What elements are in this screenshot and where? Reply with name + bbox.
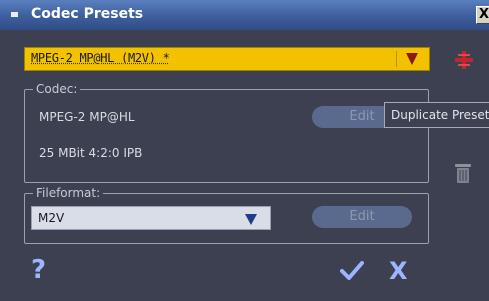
- fileformat-dropdown[interactable]: M2V: [31, 206, 271, 230]
- cancel-icon[interactable]: X: [389, 257, 408, 285]
- fileformat-group-legend: Fileformat:: [33, 186, 104, 200]
- codec-group-legend: Codec:: [33, 82, 81, 96]
- duplicate-preset-tooltip: Duplicate Preset: [384, 102, 489, 128]
- preset-dropdown[interactable]: MPEG-2 MP@HL (M2V) *: [24, 47, 430, 71]
- chevron-down-icon[interactable]: [406, 53, 418, 65]
- close-button[interactable]: X: [476, 6, 489, 24]
- duplicate-preset-icon[interactable]: [455, 51, 473, 69]
- fileformat-dropdown-value: M2V: [38, 211, 65, 225]
- trash-icon[interactable]: [454, 162, 472, 184]
- window-menu-icon[interactable]: [11, 12, 18, 17]
- title-bar[interactable]: Codec Presets X: [0, 0, 489, 30]
- codec-presets-dialog: Codec Presets X MPEG-2 MP@HL (M2V) * Cod…: [0, 0, 489, 301]
- codec-name: MPEG-2 MP@HL: [39, 110, 135, 124]
- fileformat-edit-button[interactable]: Edit: [312, 206, 412, 228]
- codec-details: 25 MBit 4:2:0 IPB: [39, 146, 143, 160]
- dropdown-separator: [396, 51, 397, 67]
- preset-dropdown-value: MPEG-2 MP@HL (M2V) *: [31, 51, 170, 65]
- help-icon[interactable]: ?: [31, 255, 46, 285]
- window-title: Codec Presets: [31, 6, 144, 22]
- chevron-down-icon[interactable]: [245, 214, 257, 225]
- codec-group: Codec:: [24, 82, 429, 183]
- checkmark-icon[interactable]: [340, 260, 364, 280]
